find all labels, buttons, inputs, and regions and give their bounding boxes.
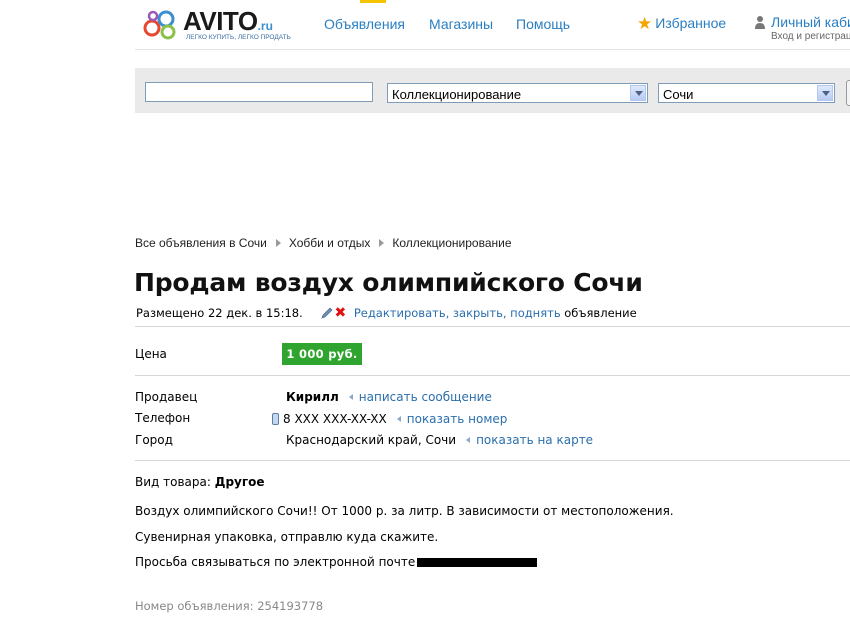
- item-type-label: Вид товара:: [135, 475, 211, 489]
- breadcrumb-arrow-icon: [379, 239, 385, 247]
- seller-label: Продавец: [135, 390, 198, 404]
- city-select-value: Сочи: [663, 87, 694, 102]
- favorites-label: Избранное: [655, 15, 727, 31]
- search-button[interactable]: [846, 80, 850, 106]
- logo-tagline: ЛЕГКО КУПИТЬ, ЛЕГКО ПРОДАТЬ: [186, 34, 291, 41]
- edit-link-suffix: объявление: [564, 306, 637, 320]
- breadcrumb: Все объявления в Сочи Хобби и отдых Коллек…: [135, 236, 512, 250]
- logo-domain: .ru: [257, 19, 273, 33]
- seller-row: Кирилл написать сообщение: [286, 390, 492, 404]
- breadcrumb-arrow-icon: [275, 239, 281, 247]
- price-badge: 1 000 руб.: [282, 343, 362, 365]
- breadcrumb-item-hobby[interactable]: Хобби и отдых: [289, 236, 371, 250]
- delete-icon[interactable]: ✖: [334, 305, 346, 321]
- category-select[interactable]: Коллекционирование: [387, 83, 648, 103]
- cabinet-label: Личный каби: [771, 14, 850, 30]
- divider: [135, 460, 850, 461]
- description-line-3: Просьба связываться по электронной почте: [135, 555, 538, 569]
- nav-shops[interactable]: Магазины: [429, 16, 493, 32]
- item-type: Вид товара: Другое: [135, 475, 265, 489]
- price-label: Цена: [135, 347, 167, 361]
- phone-icon: [272, 413, 279, 425]
- page-title: Продам воздух олимпийского Сочи: [134, 268, 643, 297]
- city-value: Краснодарский край, Сочи: [286, 433, 457, 447]
- city-select[interactable]: Сочи: [658, 83, 835, 103]
- nav-help[interactable]: Помощь: [516, 16, 570, 32]
- pencil-icon[interactable]: [320, 307, 334, 319]
- avito-logo[interactable]: AVITO.ru ЛЕГКО КУПИТЬ, ЛЕГКО ПРОДАТЬ: [141, 4, 311, 44]
- posted-date: Размещено 22 дек. в 15:18.: [136, 306, 303, 320]
- logo-wordmark: AVITO.ru: [183, 6, 273, 36]
- breadcrumb-item-collecting[interactable]: Коллекционирование: [392, 236, 511, 250]
- edit-link[interactable]: Редактировать, закрыть, поднять: [354, 306, 561, 320]
- write-message-link[interactable]: написать сообщение: [359, 390, 492, 404]
- city-row: Краснодарский край, Сочи показать на карт…: [286, 433, 593, 447]
- category-select-value: Коллекционирование: [392, 87, 522, 102]
- nav-ads[interactable]: Объявления: [324, 16, 405, 32]
- star-icon: ★: [637, 14, 653, 33]
- arrow-left-icon: [396, 416, 401, 422]
- top-accent-bar: [360, 0, 386, 3]
- city-label: Город: [135, 433, 173, 447]
- phone-number: 8 XXX XXX-XX-XX: [283, 412, 387, 426]
- cabinet-sublabel[interactable]: Вход и регистрац: [771, 31, 850, 42]
- description-line-3-text: Просьба связываться по электронной почте: [135, 555, 416, 569]
- cabinet-link[interactable]: Личный каби Вход и регистрац: [754, 14, 850, 42]
- redacted-email: [417, 558, 538, 567]
- phone-label: Телефон: [135, 411, 191, 425]
- favorites-link[interactable]: ★ Избранное: [637, 13, 726, 33]
- dropdown-arrow-icon[interactable]: [630, 85, 646, 101]
- dropdown-arrow-icon[interactable]: [817, 85, 833, 101]
- phone-row: 8 XXX XXX-XX-XX показать номер: [272, 411, 507, 426]
- header-divider: [135, 49, 850, 50]
- posted-line: Размещено 22 дек. в 15:18. ✖ Редактирова…: [136, 305, 637, 321]
- show-map-link[interactable]: показать на карте: [476, 433, 593, 447]
- divider: [135, 375, 850, 376]
- show-number-link[interactable]: показать номер: [407, 412, 508, 426]
- description-line-2: Сувенирная упаковка, отправлю куда скажи…: [135, 530, 439, 544]
- avito-logo-icon: [143, 10, 176, 40]
- seller-name: Кирилл: [286, 390, 339, 404]
- user-icon: [755, 16, 765, 29]
- description-line-1: Воздух олимпийского Сочи!! От 1000 р. за…: [135, 504, 674, 518]
- arrow-left-icon: [466, 437, 471, 443]
- search-input[interactable]: [145, 82, 373, 102]
- breadcrumb-item-all-ads[interactable]: Все объявления в Сочи: [135, 236, 267, 250]
- arrow-left-icon: [348, 394, 353, 400]
- divider: [135, 326, 850, 327]
- item-type-value: Другое: [214, 475, 265, 489]
- ad-number: Номер объявления: 254193778: [135, 599, 324, 613]
